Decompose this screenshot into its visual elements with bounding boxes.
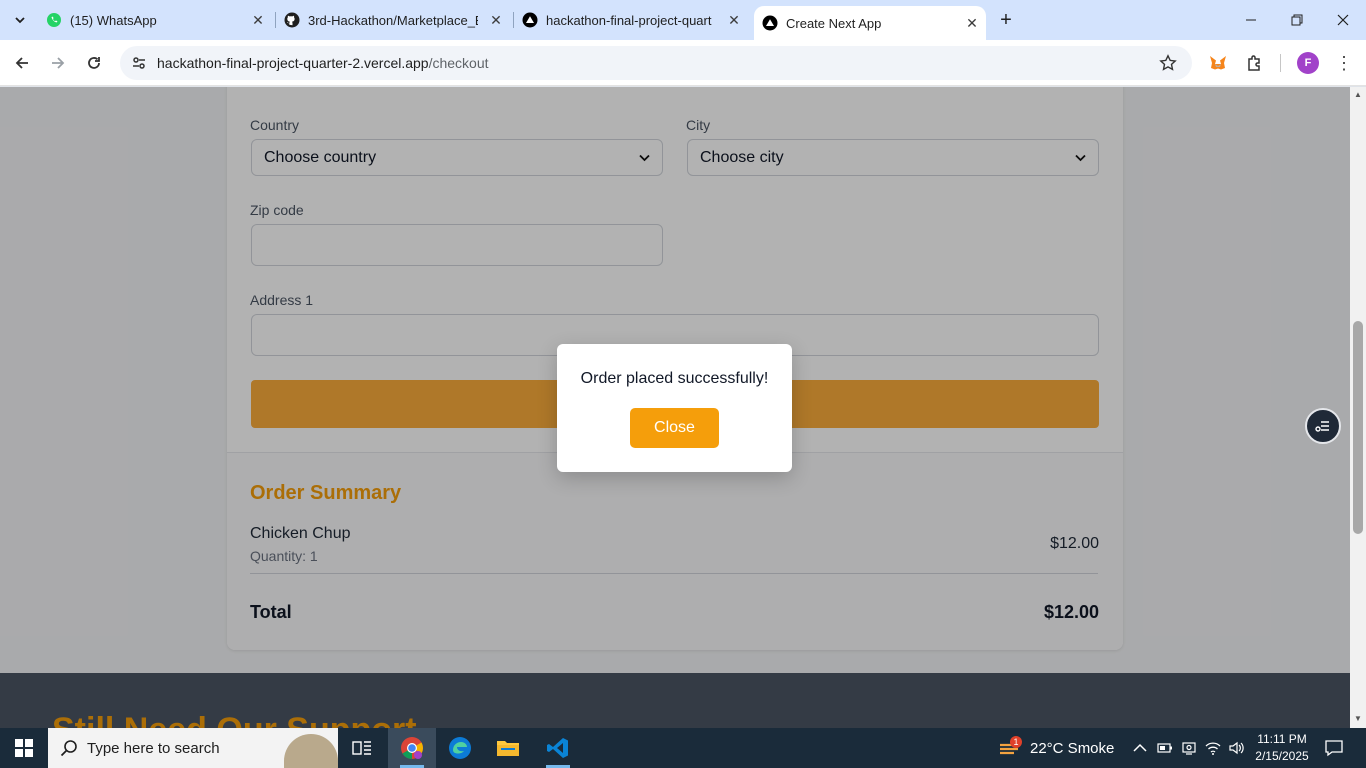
task-view-button[interactable] — [338, 728, 386, 768]
profile-avatar[interactable]: F — [1297, 52, 1319, 74]
chevron-down-icon — [15, 17, 25, 24]
vercel-icon — [522, 12, 538, 28]
search-placeholder: Type here to search — [87, 739, 220, 757]
close-icon — [1337, 14, 1349, 26]
url-text: hackathon-final-project-quarter-2.vercel… — [157, 55, 489, 71]
task-view-icon — [352, 741, 371, 755]
plus-icon: + — [1000, 9, 1012, 31]
tab-whatsapp[interactable]: (15) WhatsApp ✕ — [46, 6, 272, 34]
taskbar-file-explorer[interactable] — [484, 728, 532, 768]
tab-close-icon[interactable]: ✕ — [488, 12, 504, 28]
dialog-message: Order placed successfully! — [580, 370, 769, 387]
arrow-right-icon — [52, 57, 65, 69]
start-button[interactable] — [0, 728, 48, 768]
tab-separator — [275, 12, 276, 28]
taskbar-edge[interactable] — [436, 728, 484, 768]
scroll-down-arrow-icon[interactable]: ▼ — [1353, 714, 1363, 724]
tab-close-icon[interactable]: ✕ — [250, 12, 266, 28]
back-button[interactable] — [8, 49, 36, 77]
tab-create-next-app[interactable]: Create Next App ✕ — [754, 6, 986, 40]
wifi-icon[interactable] — [1205, 740, 1221, 756]
windows-taskbar: Type here to search 1 22°C Smoke 11:11 P… — [0, 728, 1366, 768]
chevron-up-icon[interactable] — [1132, 740, 1148, 756]
tab-search-button[interactable] — [8, 8, 32, 32]
tab-separator — [513, 12, 514, 28]
taskbar-vscode[interactable] — [534, 728, 582, 768]
clock-date: 2/15/2025 — [1255, 749, 1309, 763]
reload-button[interactable] — [80, 49, 108, 77]
floating-menu-button[interactable] — [1305, 408, 1341, 444]
metamask-extension-icon[interactable] — [1206, 51, 1230, 75]
restore-button[interactable] — [1274, 0, 1320, 40]
restore-icon — [1291, 14, 1303, 26]
taskbar-clock[interactable]: 11:11 PM 2/15/2025 — [1247, 731, 1317, 765]
sliders-icon — [1315, 421, 1329, 432]
tab-github[interactable]: 3rd-Hackathon/Marketplace_Bu ✕ — [284, 6, 510, 34]
battery-icon[interactable] — [1157, 740, 1173, 756]
url-path: /checkout — [428, 55, 489, 71]
forward-button[interactable] — [44, 49, 72, 77]
scrollbar-thumb[interactable] — [1353, 321, 1363, 534]
tab-title: (15) WhatsApp — [70, 12, 157, 28]
tab-title: Create Next App — [786, 15, 882, 31]
taskbar-chrome[interactable] — [388, 728, 436, 768]
order-success-dialog: Order placed successfully! Close — [557, 344, 792, 472]
search-icon — [60, 739, 78, 762]
github-icon — [284, 12, 300, 28]
browser-toolbar: hackathon-final-project-quarter-2.vercel… — [0, 40, 1366, 86]
arrow-left-icon — [15, 57, 28, 69]
chrome-icon — [401, 737, 423, 759]
clock-time: 11:11 PM — [1257, 732, 1307, 746]
device-icon[interactable] — [1181, 740, 1197, 756]
site-settings-icon[interactable] — [130, 54, 148, 72]
close-window-button[interactable] — [1320, 0, 1366, 40]
page-viewport: Country Choose country City Choose city … — [0, 87, 1350, 728]
minimize-icon — [1246, 19, 1256, 21]
search-highlight-image — [284, 734, 338, 768]
browser-menu-icon[interactable]: ⋮ — [1334, 51, 1354, 75]
weather-text[interactable]: 22°C Smoke — [1030, 728, 1114, 768]
taskbar-search-box[interactable]: Type here to search — [48, 728, 338, 768]
new-tab-button[interactable]: + — [994, 8, 1018, 32]
scroll-up-arrow-icon[interactable]: ▲ — [1353, 90, 1363, 100]
weather-badge: 1 — [1010, 736, 1022, 748]
windows-logo-icon — [15, 739, 33, 757]
close-dialog-button[interactable]: Close — [630, 408, 719, 448]
whatsapp-icon — [46, 12, 62, 28]
edge-icon — [449, 737, 471, 759]
tab-title: hackathon-final-project-quarte — [546, 12, 712, 28]
tab-vercel-project[interactable]: hackathon-final-project-quarte ✕ — [522, 6, 748, 34]
tab-close-icon[interactable]: ✕ — [964, 15, 980, 31]
bookmark-star-icon[interactable] — [1158, 53, 1178, 73]
address-bar[interactable]: hackathon-final-project-quarter-2.vercel… — [120, 46, 1192, 80]
tab-title: 3rd-Hackathon/Marketplace_Bu — [308, 12, 478, 28]
page-scrollbar[interactable]: ▲ ▼ — [1350, 87, 1366, 728]
extensions-puzzle-icon[interactable] — [1243, 51, 1267, 75]
url-host: hackathon-final-project-quarter-2.vercel… — [157, 55, 429, 71]
minimize-button[interactable] — [1228, 0, 1274, 40]
vercel-icon — [762, 15, 778, 31]
volume-icon[interactable] — [1228, 740, 1244, 756]
notifications-icon[interactable] — [1325, 739, 1343, 757]
vscode-icon — [547, 738, 568, 758]
reload-icon — [88, 57, 100, 69]
toolbar-separator — [1280, 54, 1281, 72]
browser-tab-strip: (15) WhatsApp ✕ 3rd-Hackathon/Marketplac… — [0, 0, 1366, 40]
folder-icon — [497, 741, 519, 756]
tab-close-icon[interactable]: ✕ — [726, 12, 742, 28]
